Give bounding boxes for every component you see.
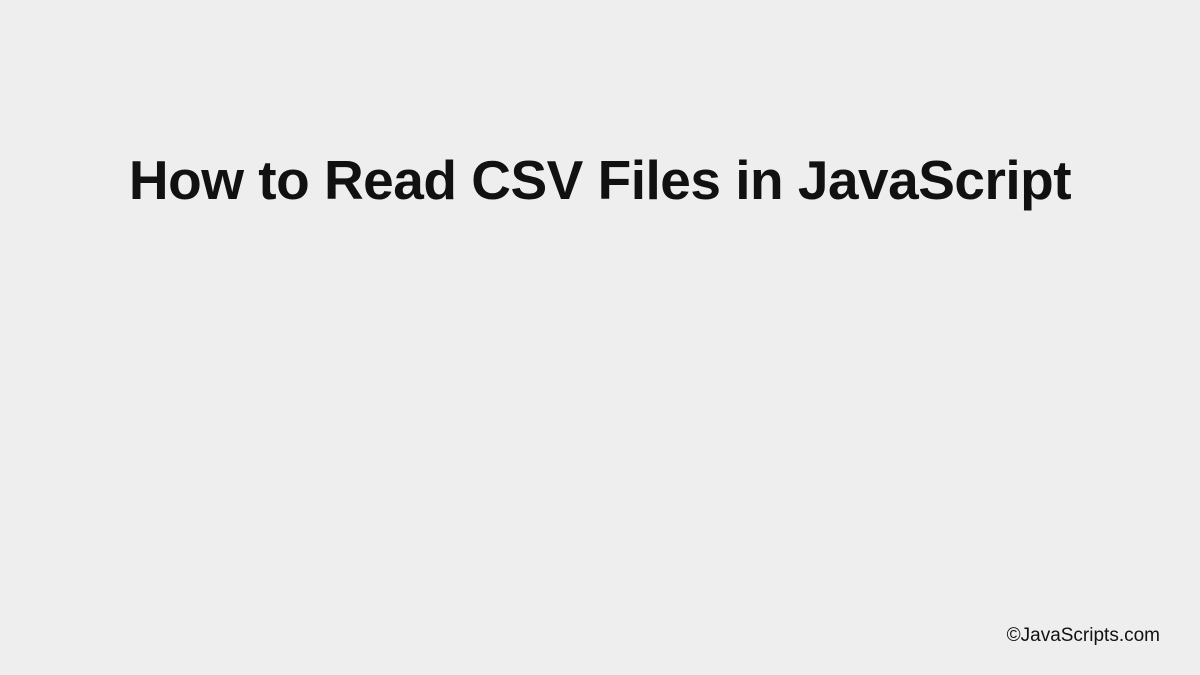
- title-container: How to Read CSV Files in JavaScript: [0, 145, 1200, 217]
- attribution-text: ©JavaScripts.com: [1007, 625, 1160, 647]
- page-title: How to Read CSV Files in JavaScript: [100, 145, 1100, 217]
